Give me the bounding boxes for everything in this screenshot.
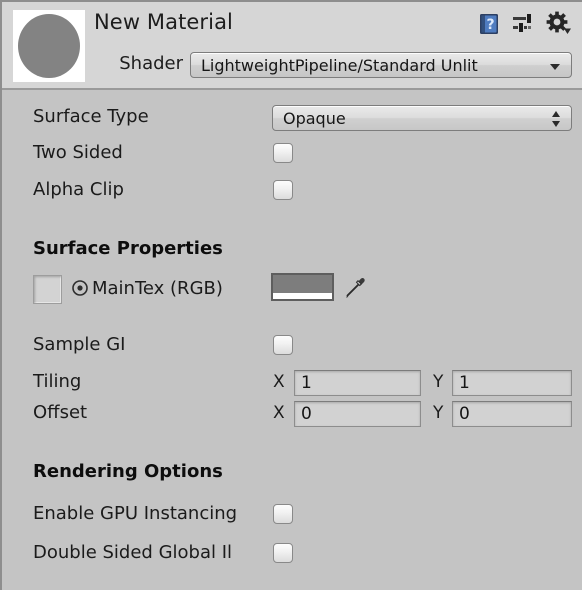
shader-dropdown-value: LightweightPipeline/Standard Unlit — [201, 56, 478, 75]
tiling-y-input[interactable]: 1 — [452, 370, 572, 396]
surface-type-dropdown[interactable]: Opaque — [272, 105, 572, 131]
maintex-label: MainTex (RGB) — [92, 278, 223, 299]
page-title: New Material — [94, 10, 233, 34]
offset-x-input[interactable]: 0 — [294, 401, 421, 427]
header-divider — [2, 88, 582, 90]
tiling-x-input[interactable]: 1 — [294, 370, 421, 396]
rendering-options-heading: Rendering Options — [33, 461, 223, 482]
svg-text:?: ? — [486, 17, 494, 33]
shader-dropdown[interactable]: LightweightPipeline/Standard Unlit — [190, 52, 572, 78]
shader-label: Shader — [119, 53, 183, 74]
inspector-header: New Material Shader LightweightPipeline/… — [2, 2, 582, 90]
surface-properties-heading: Surface Properties — [33, 238, 223, 259]
chevron-down-icon — [550, 64, 560, 70]
double-sided-gi-checkbox[interactable] — [273, 543, 293, 563]
tiling-y-axis-label: Y — [433, 372, 444, 392]
tiling-y-value: 1 — [459, 373, 470, 393]
tiling-x-value: 1 — [301, 373, 312, 393]
gpu-instancing-checkbox[interactable] — [273, 504, 293, 524]
surface-type-value: Opaque — [283, 109, 346, 128]
eyedropper-icon[interactable] — [342, 273, 370, 305]
material-sphere-preview — [18, 14, 80, 78]
up-down-arrows-icon — [552, 110, 561, 128]
two-sided-checkbox[interactable] — [273, 143, 293, 163]
alpha-clip-label: Alpha Clip — [33, 179, 124, 200]
target-icon[interactable] — [71, 279, 89, 301]
preset-icon[interactable] — [508, 9, 538, 39]
maintex-color-field[interactable] — [271, 273, 334, 301]
tiling-label: Tiling — [33, 371, 82, 392]
maintex-texture-slot[interactable] — [33, 275, 62, 304]
material-inspector-window: New Material Shader LightweightPipeline/… — [0, 0, 582, 590]
offset-x-axis-label: X — [273, 403, 285, 423]
color-alpha-bar — [273, 293, 332, 299]
two-sided-label: Two Sided — [33, 142, 123, 163]
sample-gi-label: Sample GI — [33, 334, 126, 355]
tiling-x-axis-label: X — [273, 372, 285, 392]
help-icon[interactable]: ? — [474, 9, 504, 39]
offset-y-input[interactable]: 0 — [452, 401, 572, 427]
alpha-clip-checkbox[interactable] — [273, 180, 293, 200]
gear-icon[interactable] — [544, 9, 574, 39]
material-preview-thumbnail[interactable] — [13, 10, 85, 82]
offset-label: Offset — [33, 402, 88, 423]
sample-gi-checkbox[interactable] — [273, 335, 293, 355]
offset-y-value: 0 — [459, 404, 470, 424]
offset-x-value: 0 — [301, 404, 312, 424]
offset-y-axis-label: Y — [433, 403, 444, 423]
double-sided-gi-label: Double Sided Global Il — [33, 542, 233, 563]
gpu-instancing-label: Enable GPU Instancing — [33, 503, 238, 524]
surface-type-label: Surface Type — [33, 106, 149, 127]
